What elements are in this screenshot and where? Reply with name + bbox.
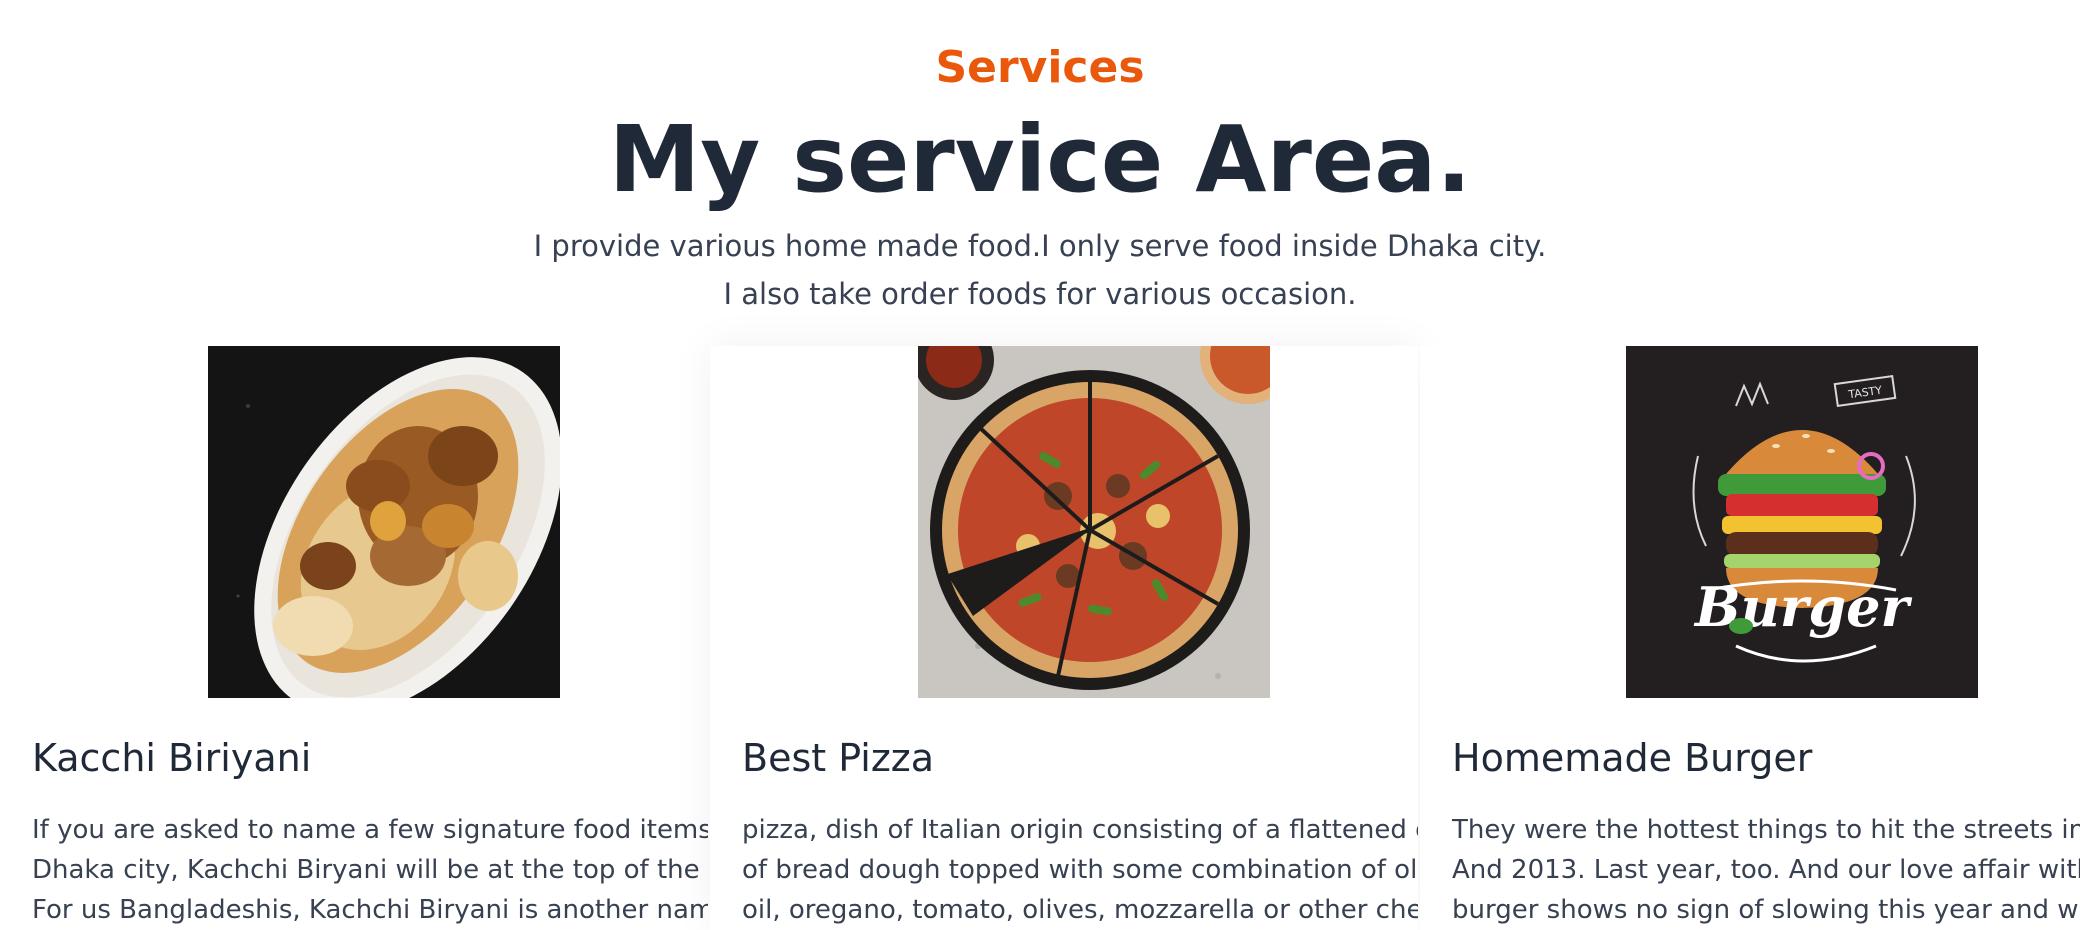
biriyani-image [208, 346, 560, 698]
service-title: Kacchi Biriyani [32, 736, 312, 780]
description-line: If you are asked to name a few signature… [32, 815, 708, 845]
service-title: Best Pizza [742, 736, 935, 780]
description-line: Dhaka city, Kachchi Biryani will be at t… [32, 855, 708, 885]
description-line: And 2013. Last year, too. And our love a… [1452, 855, 2080, 885]
section-subtitle: I provide various home made food.I only … [0, 222, 2080, 318]
description-line: For us Bangladeshis, Kachchi Biryani is … [32, 895, 708, 925]
service-cards: Kacchi Biriyani If you are asked to name… [0, 346, 2080, 930]
description-line: of bread dough topped with some combinat… [742, 855, 1418, 885]
description-line: They were the hottest things to hit the … [1452, 815, 2080, 845]
service-card-biriyani[interactable]: Kacchi Biriyani If you are asked to name… [0, 346, 708, 930]
section-title: My service Area. [608, 106, 1472, 213]
services-header: Services My service Area. I provide vari… [0, 36, 2080, 318]
service-card-pizza[interactable]: Best Pizza pizza, dish of Italian origin… [710, 346, 1418, 930]
service-title: Homemade Burger [1452, 736, 1813, 780]
subtitle-line-1: I provide various home made food.I only … [533, 229, 1547, 263]
service-description: pizza, dish of Italian origin consisting… [742, 810, 1418, 930]
pizza-image [918, 346, 1270, 698]
burger-image: TASTY Burger [1626, 346, 1978, 698]
service-description: They were the hottest things to hit the … [1452, 810, 2080, 930]
description-line: burger shows no sign of slowing this yea… [1452, 895, 2080, 925]
burger-image-text: Burger [1693, 575, 1912, 639]
description-line: pizza, dish of Italian origin consisting… [742, 815, 1418, 845]
service-description: If you are asked to name a few signature… [32, 810, 708, 930]
section-eyebrow: Services [935, 42, 1145, 93]
description-line: oil, oregano, tomato, olives, mozzarella… [742, 895, 1418, 925]
services-page: Services My service Area. I provide vari… [0, 0, 2080, 930]
service-card-burger[interactable]: TASTY Burger Homemade Burger They were t… [1420, 346, 2080, 930]
subtitle-line-2: I also take order foods for various occa… [723, 277, 1357, 311]
